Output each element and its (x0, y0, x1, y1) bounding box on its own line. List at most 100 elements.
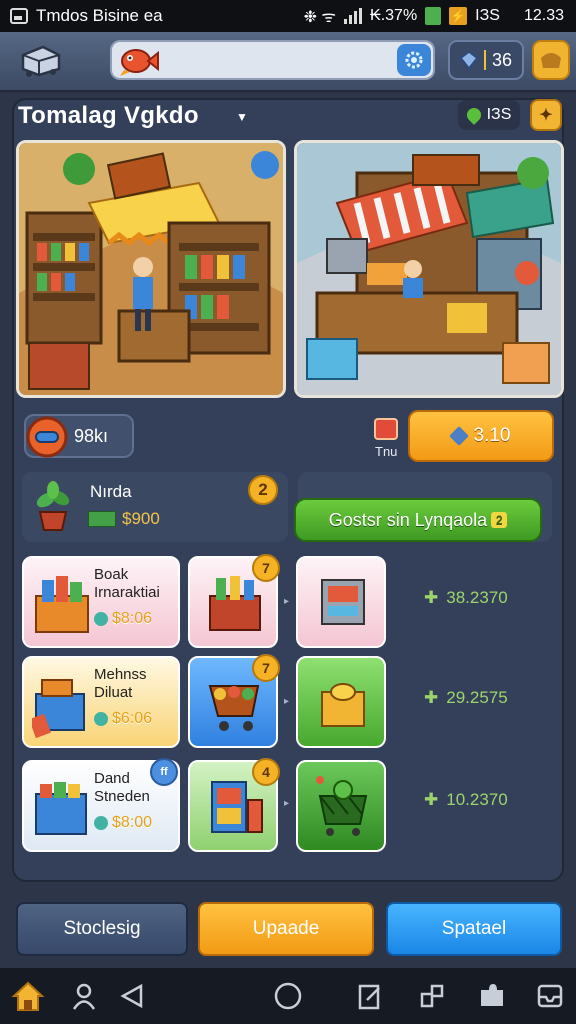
item-badge: 7 (252, 554, 280, 582)
status-bar: Tmdos Bisine ea ❉ ᯤ ₭.37% ⚡ ΙЗS 12.33 (0, 0, 576, 32)
npc-count-badge: 2 (248, 475, 278, 505)
gem-icon (448, 426, 469, 446)
item-badge: 7 (252, 654, 280, 682)
item-price: $8:00 (112, 814, 153, 831)
buy-button[interactable]: 3.10 (408, 410, 554, 462)
upgrade-button[interactable]: Gostsr sin Lynqaola 2 (294, 498, 542, 542)
gem-count: 36 (491, 49, 513, 70)
leaf-icon (463, 105, 484, 125)
home-icon[interactable] (10, 978, 46, 1014)
book-crate-icon (35, 576, 89, 633)
row-value: ✚ 10.2370 (424, 790, 508, 810)
shop-scene-left[interactable] (16, 140, 286, 398)
coin-balance[interactable]: 98kı (24, 414, 134, 458)
edit-icon[interactable] (352, 978, 388, 1014)
fish-icon (120, 49, 159, 76)
coin-icon (94, 712, 108, 726)
bag-icon (541, 53, 561, 68)
potted-plant-icon (36, 481, 70, 531)
market-stall-image (19, 143, 283, 395)
upgrade-action-button[interactable]: Upaade (198, 902, 374, 956)
item-price: $8:06 (112, 610, 153, 627)
star-icon[interactable]: ✦ (530, 99, 562, 131)
back-icon[interactable] (114, 978, 150, 1014)
gem-counter[interactable]: 36 (448, 40, 524, 80)
item-price: $6:06 (112, 710, 153, 727)
coin-amount: 98kı (74, 425, 109, 446)
item-stage-2[interactable] (296, 760, 386, 852)
page-title: Tomalag Vgkdo (18, 102, 199, 129)
share-icon[interactable] (414, 978, 450, 1014)
status-time: 12.33 (523, 7, 564, 24)
gear-icon (405, 51, 423, 69)
stock-button[interactable]: Stoclesig (16, 902, 188, 956)
forklift-icon[interactable] (14, 40, 68, 82)
top-bar: 36 (0, 32, 576, 92)
signal-icon (344, 8, 363, 24)
arrow-up-icon: ✚ (424, 588, 439, 607)
npc-name: Nırda (90, 482, 132, 501)
row-value: ✚ 29.2575 (424, 688, 508, 708)
search-input[interactable] (110, 40, 435, 80)
alert-label: Tnu (375, 444, 398, 459)
item-price-row: $8:06 (94, 610, 152, 628)
home-circle-icon[interactable] (270, 978, 306, 1014)
buy-price: 3.10 (473, 425, 511, 446)
inbox-icon[interactable] (532, 978, 568, 1014)
item-card-mehnss[interactable]: Mehnss Diluat $6:06 (22, 656, 180, 748)
shop-scene-right[interactable] (294, 140, 564, 398)
street-shop-image (297, 143, 561, 395)
row-value-text: 38.2370 (446, 588, 508, 607)
item-stage-2[interactable] (296, 556, 386, 648)
gallery-icon (10, 8, 28, 24)
box-icon (321, 683, 365, 727)
npc-price: $900 (122, 509, 160, 528)
divider (483, 50, 486, 70)
item-price-row: $8:00 (94, 814, 152, 832)
gem-icon (459, 51, 478, 69)
status-counter: ΙЗS (475, 7, 500, 24)
gear-button[interactable] (397, 44, 431, 76)
item-badge: 4 (252, 758, 280, 786)
vending-machine-icon (321, 579, 365, 625)
arrow-right-icon: ▸ (284, 696, 290, 707)
warning-icon: ⚡ (449, 7, 468, 25)
arrow-up-icon: ✚ (424, 790, 439, 809)
coin-icon (94, 612, 108, 626)
cash-icon (88, 511, 116, 527)
market-cart-icon (316, 776, 368, 836)
item-price-row: $6:06 (94, 710, 152, 728)
row-value-text: 10.2370 (446, 790, 508, 809)
item-stage-2[interactable] (296, 656, 386, 748)
shopping-cart-icon (208, 685, 260, 731)
coin-icon (26, 416, 68, 458)
status-app-title: Tmdos Bisine ea (36, 6, 163, 25)
chevron-down-icon[interactable]: ▼ (236, 110, 248, 124)
coin-icon (94, 816, 108, 830)
fridge-icon (211, 781, 263, 833)
cooler-box-icon (35, 782, 87, 835)
puzzle-icon[interactable] (474, 978, 510, 1014)
item-title: Boak Irnaraktiai (94, 566, 160, 601)
level-chip: ΙЗS (458, 100, 520, 130)
item-title: Mehnss Diluat (94, 666, 147, 701)
crate-icon (209, 576, 261, 631)
row-value: ✚ 38.2370 (424, 588, 508, 608)
alert-icon[interactable] (374, 418, 398, 440)
level-value: ΙЗS (486, 106, 512, 123)
person-icon[interactable] (66, 978, 102, 1014)
battery-text: ₭.37% (370, 7, 418, 24)
bag-button[interactable] (532, 40, 570, 80)
status-signal: ❉ ᯤ (303, 9, 337, 26)
upgrade-label: Gostsr sin Lynqaola (328, 509, 488, 530)
lock-badge: 2 (491, 512, 508, 528)
battery-icon (425, 7, 442, 25)
special-button[interactable]: Spatael (386, 902, 562, 956)
item-card-book[interactable]: Boak Irnaraktiai $8:06 (22, 556, 180, 648)
row-value-text: 29.2575 (446, 688, 508, 707)
arrow-right-icon: ▸ (284, 596, 290, 607)
item-corner-badge: ff (150, 758, 178, 786)
item-title: Dand Stneden (94, 770, 150, 805)
npc-price-row: $900 (88, 509, 160, 529)
arrow-up-icon: ✚ (424, 688, 439, 707)
